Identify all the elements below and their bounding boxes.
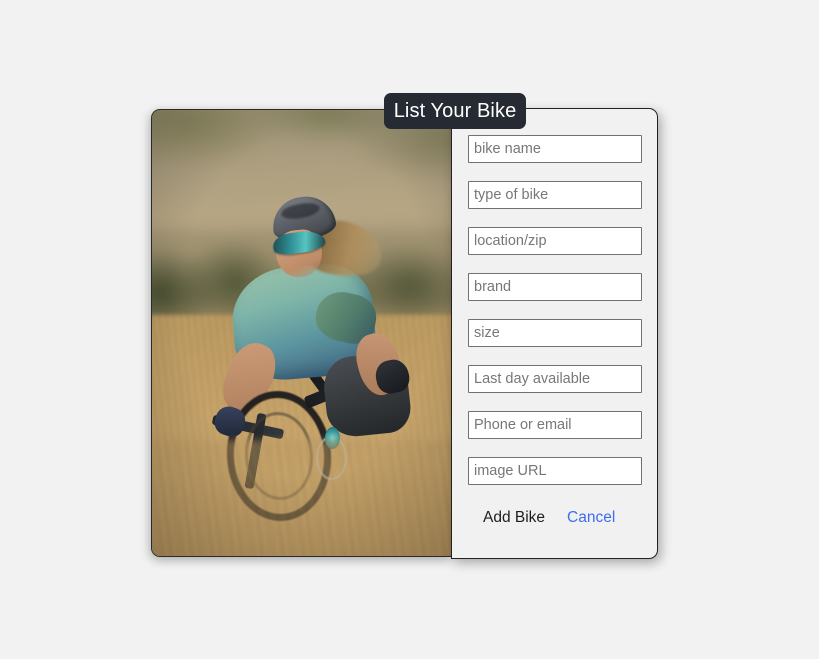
size-input[interactable] xyxy=(468,319,642,347)
location-zip-input[interactable] xyxy=(468,227,642,255)
cancel-button[interactable]: Cancel xyxy=(567,509,615,527)
photo-vignette xyxy=(152,110,451,556)
image-url-input[interactable] xyxy=(468,457,642,485)
bike-photo xyxy=(152,110,451,556)
bike-photo-panel xyxy=(151,109,451,557)
add-bike-button[interactable]: Add Bike xyxy=(483,509,545,527)
phone-or-email-input[interactable] xyxy=(468,411,642,439)
list-your-bike-dialog: List Your Bike Add Bike Cancel xyxy=(151,93,658,559)
last-day-available-input[interactable] xyxy=(468,365,642,393)
dialog-actions: Add Bike Cancel xyxy=(468,509,646,527)
bike-name-input[interactable] xyxy=(468,135,642,163)
bike-form-fields xyxy=(468,135,642,503)
type-of-bike-input[interactable] xyxy=(468,181,642,209)
dialog-title: List Your Bike xyxy=(384,93,526,129)
bike-form-panel: List Your Bike Add Bike Cancel xyxy=(384,93,658,559)
brand-input[interactable] xyxy=(468,273,642,301)
